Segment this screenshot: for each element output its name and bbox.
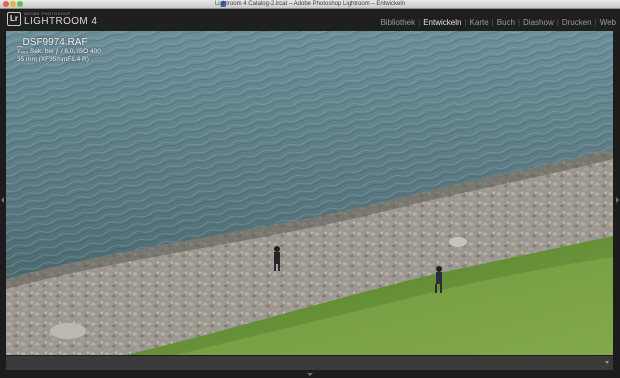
filmstrip-toggle-icon[interactable]	[307, 373, 313, 376]
module-entwickeln[interactable]: Entwickeln	[422, 18, 462, 27]
photo-image	[6, 31, 613, 355]
bottom-toolbar	[6, 356, 613, 370]
left-panel-toggle-icon[interactable]	[1, 197, 4, 203]
module-drucken[interactable]: Drucken	[561, 18, 593, 27]
photo-preview[interactable]: _DSF9974.RAF ¹⁄₄₅₀ Sek. bei ƒ / 8,0, ISO…	[6, 31, 613, 355]
photo-exposure: ¹⁄₄₅₀ Sek. bei ƒ / 8,0, ISO 400	[17, 48, 101, 55]
window-title: Lightroom 4 Catalog-2.lrcat – Adobe Phot…	[214, 1, 406, 7]
photo-filename: _DSF9974.RAF	[17, 37, 88, 48]
module-web[interactable]: Web	[599, 18, 617, 27]
right-panel-toggle-icon[interactable]	[616, 197, 619, 203]
module-diashow[interactable]: Diashow	[522, 18, 555, 27]
module-buch[interactable]: Buch	[496, 18, 516, 27]
photo-lens: 35 mm (XF35mmF1.4 R)	[17, 56, 89, 63]
photo-info-overlay: _DSF9974.RAF ¹⁄₄₅₀ Sek. bei ƒ / 8,0, ISO…	[17, 37, 101, 64]
toolbar-menu-chevron-icon[interactable]	[605, 361, 609, 364]
module-picker: Bibliothek | Entwickeln | Karte | Buch |…	[379, 16, 617, 28]
module-karte[interactable]: Karte	[469, 18, 490, 27]
module-bibliothek[interactable]: Bibliothek	[379, 18, 416, 27]
window-title-bar: Lightroom 4 Catalog-2.lrcat – Adobe Phot…	[0, 0, 620, 9]
lightroom-logo-icon: Lr	[7, 12, 21, 26]
brand-title: LIGHTROOM 4	[24, 16, 98, 27]
